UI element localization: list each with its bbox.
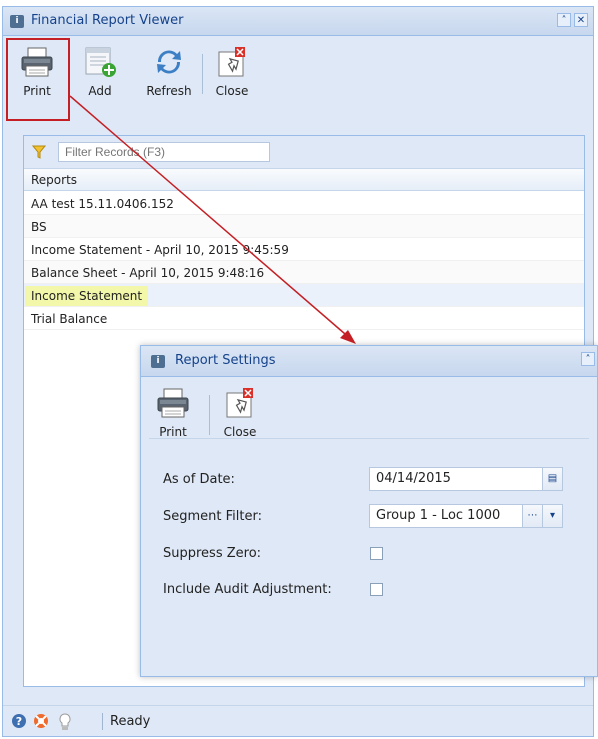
collapse-icon[interactable]: ˄ <box>581 352 595 366</box>
close-label: Close <box>215 84 249 98</box>
table-row-selected[interactable]: Income Statement <box>24 284 584 307</box>
filter-icon[interactable] <box>32 145 46 159</box>
as-of-date-label: As of Date: <box>163 472 235 487</box>
segment-filter-label: Segment Filter: <box>163 509 262 524</box>
dialog-titlebar[interactable]: i Report Settings ˄ <box>141 346 597 377</box>
lightbulb-icon[interactable] <box>58 713 72 731</box>
print-highlight-box <box>6 38 70 121</box>
close-button[interactable]: Close <box>208 42 256 100</box>
filter-input[interactable] <box>58 142 270 162</box>
dialog-toolbar: Print Close <box>141 377 597 441</box>
calendar-icon[interactable]: ▤ <box>542 468 562 490</box>
chevron-down-icon[interactable]: ▾ <box>542 505 562 527</box>
segment-filter-value: Group 1 - Loc 1000 <box>376 508 501 523</box>
filter-bar <box>24 136 584 169</box>
printer-icon <box>157 388 189 418</box>
form-body: As of Date: 04/14/2015 ▤ Segment Filter:… <box>149 438 589 668</box>
close-window-icon <box>226 388 253 418</box>
collapse-icon[interactable]: ˄ <box>557 13 571 27</box>
window-titlebar[interactable]: i Financial Report Viewer ˄ ✕ <box>3 7 593 36</box>
table-row[interactable]: Trial Balance <box>24 307 584 330</box>
include-audit-checkbox[interactable] <box>370 583 383 596</box>
refresh-button[interactable]: Refresh <box>141 42 197 100</box>
status-text: Ready <box>110 714 151 729</box>
dialog-title: Report Settings <box>175 353 276 368</box>
support-icon[interactable] <box>33 713 49 729</box>
ellipsis-icon[interactable]: ⋯ <box>522 505 542 527</box>
include-audit-label: Include Audit Adjustment: <box>163 582 332 597</box>
dialog-close-button[interactable]: Close <box>216 383 264 441</box>
refresh-icon <box>157 50 181 74</box>
report-settings-dialog: i Report Settings ˄ Print Close As of Da… <box>140 345 598 677</box>
segment-filter-field[interactable]: Group 1 - Loc 1000 ⋯ ▾ <box>369 504 563 528</box>
suppress-zero-checkbox[interactable] <box>370 547 383 560</box>
refresh-label: Refresh <box>146 84 192 98</box>
table-row[interactable]: Balance Sheet - April 10, 2015 9:48:16 <box>24 261 584 284</box>
report-settings-form: As of Date: 04/14/2015 ▤ Segment Filter:… <box>141 438 597 676</box>
table-row[interactable]: AA test 15.11.0406.152 <box>24 192 584 215</box>
add-button[interactable]: Add <box>76 42 124 100</box>
status-divider <box>102 713 103 730</box>
add-label: Add <box>88 84 112 98</box>
column-header-reports[interactable]: Reports <box>24 169 584 191</box>
dialog-print-button[interactable]: Print <box>149 383 197 441</box>
toolbar-separator <box>202 54 203 94</box>
help-icon[interactable]: ? <box>11 713 27 729</box>
close-window-icon <box>218 47 245 77</box>
dialog-print-label: Print <box>159 425 187 439</box>
table-row[interactable]: BS <box>24 215 584 238</box>
window-close-icon[interactable]: ✕ <box>574 13 588 27</box>
add-report-icon <box>85 47 116 77</box>
as-of-date-value: 04/14/2015 <box>376 471 451 486</box>
main-toolbar: Print Add Refresh Close <box>3 36 593 102</box>
dialog-app-icon: i <box>151 355 165 368</box>
dialog-close-label: Close <box>223 425 257 439</box>
table-row[interactable]: Income Statement - April 10, 2015 9:45:5… <box>24 238 584 261</box>
row-label: Income Statement <box>25 286 149 306</box>
window-title: Financial Report Viewer <box>31 13 184 28</box>
status-bar: ? Ready <box>3 705 593 736</box>
as-of-date-field[interactable]: 04/14/2015 ▤ <box>369 467 563 491</box>
window-app-icon: i <box>10 15 24 28</box>
toolbar-separator <box>209 395 210 435</box>
suppress-zero-label: Suppress Zero: <box>163 546 262 561</box>
svg-text:?: ? <box>16 715 22 728</box>
